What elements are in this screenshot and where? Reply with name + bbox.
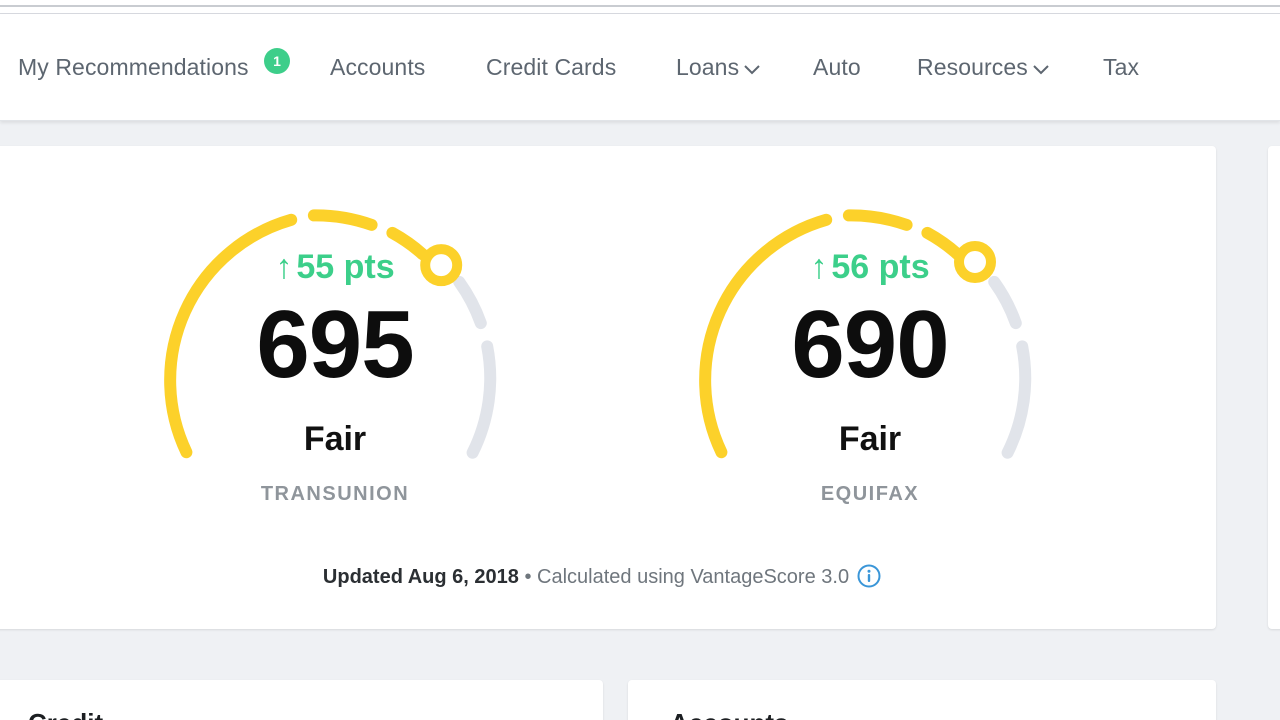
chevron-down-icon — [744, 65, 760, 75]
main-nav: My Recommendations 1 Accounts Credit Car… — [0, 14, 1280, 121]
score-update-info: Updated Aug 6, 2018 • Calculated using V… — [0, 564, 1210, 589]
score-rating: Fair — [303, 420, 367, 458]
credit-card-section: Credit — [0, 680, 603, 720]
nav-label: Credit Cards — [486, 54, 617, 80]
nav-tax[interactable]: Tax — [1103, 54, 1139, 81]
nav-accounts[interactable]: Accounts — [330, 54, 425, 81]
bureau-name: EQUIFAX — [820, 483, 920, 505]
nav-label: Resources — [917, 54, 1028, 80]
section-title: Credit — [28, 708, 103, 720]
section-title: Accounts — [670, 708, 788, 720]
nav-my-recommendations[interactable]: My Recommendations — [18, 54, 249, 81]
credit-score-value: 690 — [791, 291, 949, 398]
separator: • — [518, 566, 538, 588]
info-icon[interactable] — [857, 564, 881, 588]
score-rating: Fair — [838, 420, 902, 458]
score-gauge-equifax: ↑ 56 pts 690 Fair EQUIFAX — [670, 200, 1070, 530]
updated-date: Updated Aug 6, 2018 — [322, 566, 519, 588]
nav-resources[interactable]: Resources — [917, 54, 1050, 81]
calculation-note: Calculated using VantageScore 3.0 — [537, 566, 850, 588]
chevron-down-icon — [1033, 65, 1049, 75]
credit-score-value: 695 — [256, 291, 414, 398]
divider — [0, 5, 1280, 7]
bureau-name: TRANSUNION — [260, 483, 410, 505]
recommendations-badge: 1 — [264, 48, 290, 74]
nav-label: Loans — [676, 54, 740, 80]
score-delta: ↑ 55 pts — [275, 248, 395, 286]
nav-auto[interactable]: Auto — [813, 54, 861, 81]
score-delta: ↑ 56 pts — [810, 248, 930, 286]
arrow-up-icon: ↑ — [810, 248, 828, 286]
nav-label: Auto — [813, 54, 861, 80]
nav-label: Accounts — [330, 54, 426, 80]
credit-score-card: ↑ 55 pts 695 Fair TRANSUNION ↑ 56 pts 690 … — [0, 146, 1216, 629]
browser-top-strip — [0, 0, 1280, 14]
nav-label: My Recommendations — [18, 54, 249, 80]
arrow-up-icon: ↑ — [275, 248, 293, 286]
side-card — [1268, 146, 1280, 629]
nav-label: Tax — [1103, 54, 1140, 80]
score-gauge-transunion: ↑ 55 pts 695 Fair TRANSUNION — [135, 200, 535, 530]
accounts-card-section: Accounts — [628, 680, 1216, 720]
nav-credit-cards[interactable]: Credit Cards — [486, 54, 616, 81]
nav-loans[interactable]: Loans — [676, 54, 761, 81]
